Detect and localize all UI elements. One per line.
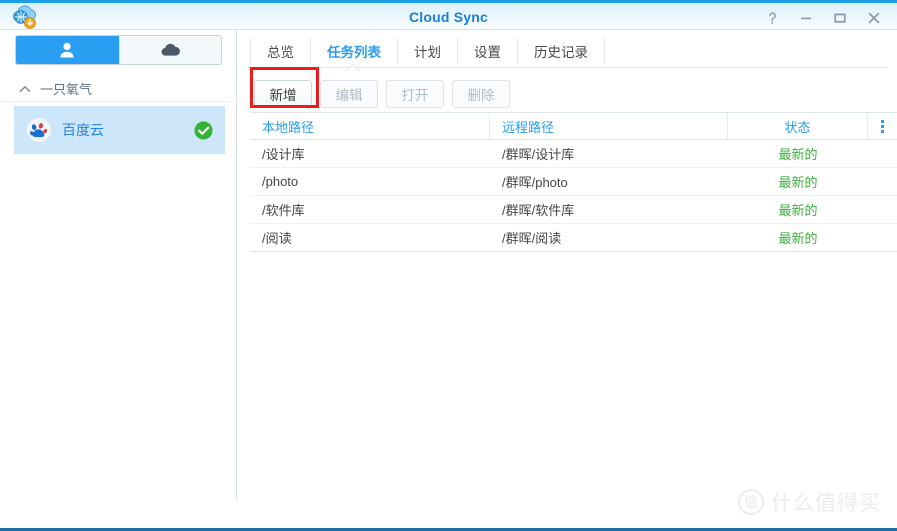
cell-remote-path: /群晖/photo xyxy=(502,175,568,190)
cell-status: 最新的 xyxy=(778,203,818,218)
sidebar-group-header[interactable]: 一只氧气 xyxy=(0,76,237,102)
cell-spacer xyxy=(868,168,896,195)
minimize-button[interactable] xyxy=(789,4,823,32)
chevron-up-icon xyxy=(18,82,32,96)
title-bar: Cloud Sync xyxy=(0,0,897,30)
create-task-button[interactable]: 新增 xyxy=(254,80,312,108)
watermark-text: 什么值得买 xyxy=(771,492,881,515)
cell-status: 最新的 xyxy=(778,147,818,162)
column-header-remote-path[interactable]: 远程路径 xyxy=(490,113,728,139)
cell-remote-path: /群晖/软件库 xyxy=(502,203,575,218)
tab-label: 任务列表 xyxy=(327,44,381,60)
cell-remote-path: /群晖/阅读 xyxy=(502,231,562,246)
window-controls xyxy=(755,3,891,33)
cell-local-path: /软件库 xyxy=(262,203,305,218)
button-label: 编辑 xyxy=(335,88,363,103)
tab-label: 设置 xyxy=(474,44,501,60)
table-row[interactable]: /设计库 /群晖/设计库 最新的 xyxy=(250,140,897,168)
close-button[interactable] xyxy=(857,4,891,32)
button-label: 删除 xyxy=(467,88,495,103)
tab-label: 计划 xyxy=(414,44,441,60)
tab-settings[interactable]: 设置 xyxy=(457,37,517,64)
tab-label: 历史记录 xyxy=(534,44,588,60)
person-icon xyxy=(60,42,74,58)
more-vertical-icon xyxy=(880,119,884,133)
button-label: 打开 xyxy=(401,88,429,103)
main-panel: 总览 任务列表 计划 设置 历史记录 新增 编辑 打开 删除 本地路径 远程路径… xyxy=(238,30,897,528)
cell-local-path: /photo xyxy=(262,174,299,189)
cloud-view-toggle[interactable] xyxy=(118,36,221,64)
tab-history[interactable]: 历史记录 xyxy=(517,37,605,64)
maximize-button[interactable] xyxy=(823,4,857,32)
tab-schedule[interactable]: 计划 xyxy=(397,37,457,64)
table-row[interactable]: /软件库 /群晖/软件库 最新的 xyxy=(250,196,897,224)
sidebar: 一只氧气 百度云 xyxy=(0,30,237,531)
cloud-sync-window: Cloud Sync 一只氧气 百度云 总览 任务列表 计划 设置 历史记录 新… xyxy=(0,0,897,531)
task-table: 本地路径 远程路径 状态 /设计库 /群晖/设计库 最新的 /photo /群晖… xyxy=(250,112,897,252)
task-toolbar: 新增 编辑 打开 删除 xyxy=(254,74,510,114)
watermark: 值 什么值得买 xyxy=(738,487,881,517)
cell-status: 最新的 xyxy=(778,175,818,190)
column-header-status[interactable]: 状态 xyxy=(728,113,868,139)
cloud-icon xyxy=(161,43,181,56)
sidebar-item-baidu-cloud[interactable]: 百度云 xyxy=(14,106,225,154)
cell-spacer xyxy=(868,140,896,167)
column-header-local-path[interactable]: 本地路径 xyxy=(250,113,490,139)
cell-local-path: /阅读 xyxy=(262,231,292,246)
tab-bar: 总览 任务列表 计划 设置 历史记录 xyxy=(238,34,897,67)
table-header-row: 本地路径 远程路径 状态 xyxy=(250,112,897,140)
open-task-button[interactable]: 打开 xyxy=(386,80,444,108)
tab-task-list[interactable]: 任务列表 xyxy=(310,37,397,64)
table-row[interactable]: /阅读 /群晖/阅读 最新的 xyxy=(250,224,897,252)
sidebar-group-label: 一只氧气 xyxy=(40,82,93,97)
cell-spacer xyxy=(868,196,896,223)
user-view-toggle[interactable] xyxy=(16,36,119,64)
cell-status: 最新的 xyxy=(778,231,818,246)
edit-task-button[interactable]: 编辑 xyxy=(320,80,378,108)
column-menu-button[interactable] xyxy=(868,113,896,139)
cell-remote-path: /群晖/设计库 xyxy=(502,147,575,162)
baidu-cloud-icon xyxy=(26,117,52,143)
tab-label: 总览 xyxy=(267,44,294,60)
tab-bar-divider xyxy=(248,67,887,68)
table-row[interactable]: /photo /群晖/photo 最新的 xyxy=(250,168,897,196)
active-tab-notch xyxy=(346,63,360,71)
delete-task-button[interactable]: 删除 xyxy=(452,80,510,108)
cell-local-path: /设计库 xyxy=(262,147,305,162)
sidebar-item-label: 百度云 xyxy=(62,122,104,138)
button-label: 新增 xyxy=(269,88,297,103)
tab-overview[interactable]: 总览 xyxy=(250,37,310,64)
watermark-logo: 值 xyxy=(738,489,764,515)
cell-spacer xyxy=(868,224,896,251)
view-mode-toggle xyxy=(15,35,222,65)
help-button[interactable] xyxy=(755,4,789,32)
check-circle-icon xyxy=(194,121,213,140)
